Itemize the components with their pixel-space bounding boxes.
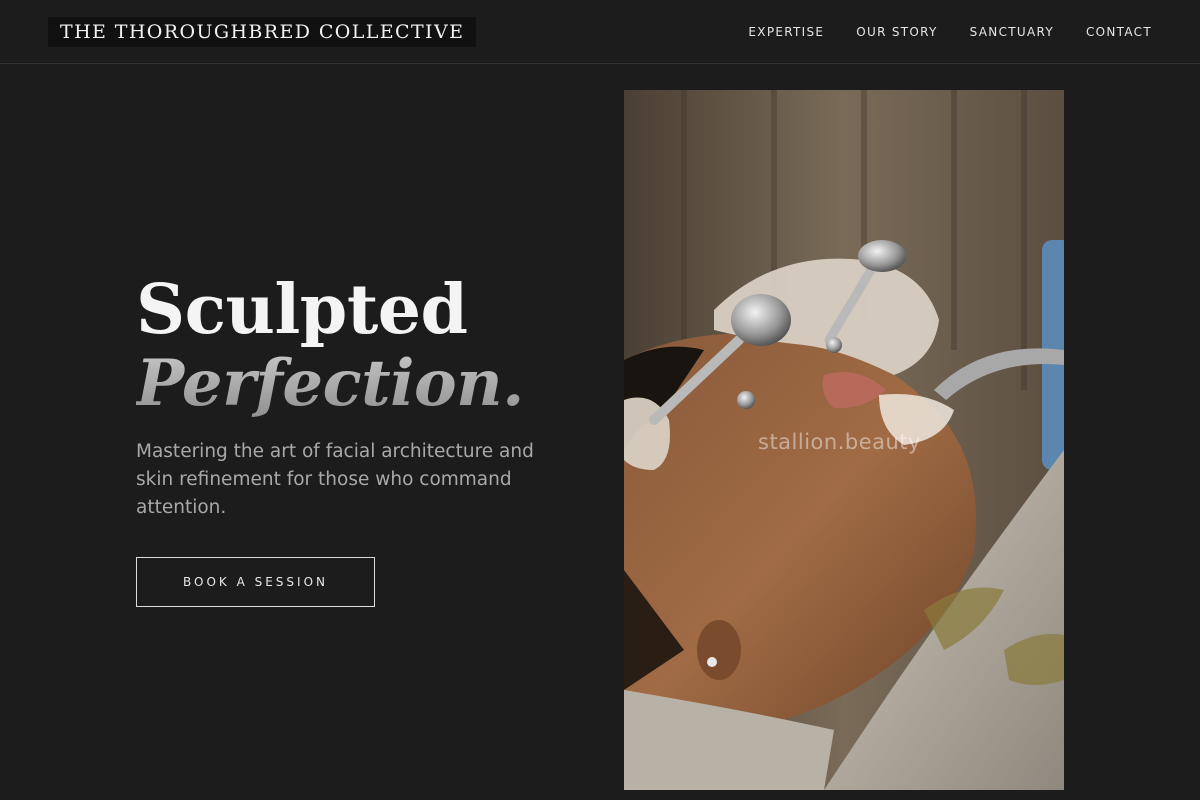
facial-treatment-photo: stallion.beauty xyxy=(624,90,1064,790)
site-header: THE THOROUGHBRED COLLECTIVE EXPERTISE OU… xyxy=(0,0,1200,64)
photo-watermark: stallion.beauty xyxy=(758,430,921,454)
hero-subtitle: Mastering the art of facial architecture… xyxy=(136,441,534,518)
main-nav: EXPERTISE OUR STORY SANCTUARY CONTACT xyxy=(716,0,1152,64)
page: THE THOROUGHBRED COLLECTIVE EXPERTISE OU… xyxy=(0,0,1200,800)
headline-line-2: Perfection. xyxy=(136,348,586,420)
book-session-button[interactable]: BOOK A SESSION xyxy=(136,557,375,607)
brand-logo[interactable]: THE THOROUGHBRED COLLECTIVE xyxy=(48,17,477,47)
hero-headline: Sculpted Perfection. xyxy=(136,272,586,420)
nav-item-sanctuary[interactable]: SANCTUARY xyxy=(970,25,1054,39)
hero-content: Sculpted Perfection. Mastering the art o… xyxy=(136,272,586,522)
headline-line-1: Sculpted xyxy=(136,270,468,350)
nav-item-our-story[interactable]: OUR STORY xyxy=(856,25,937,39)
nav-item-expertise[interactable]: EXPERTISE xyxy=(748,25,824,39)
nav-item-contact[interactable]: CONTACT xyxy=(1086,25,1152,39)
